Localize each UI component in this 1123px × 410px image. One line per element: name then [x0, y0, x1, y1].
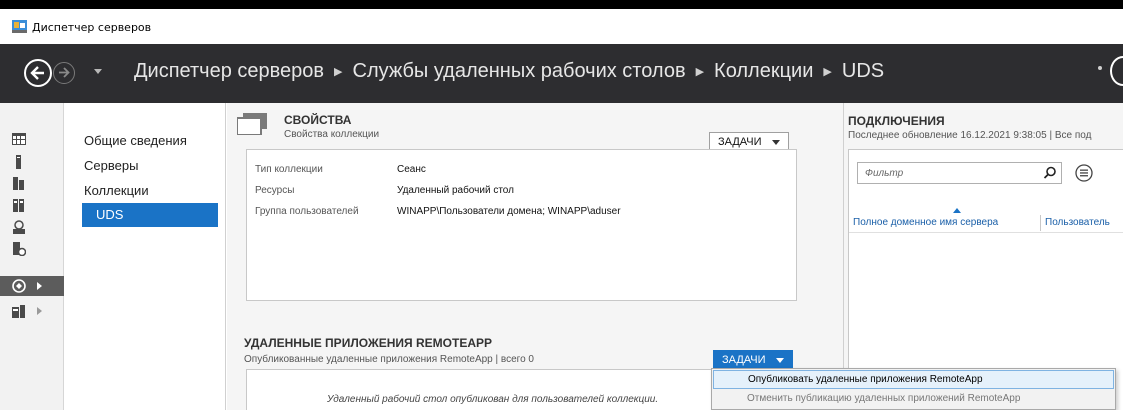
properties-section-icon — [237, 113, 267, 135]
property-value: Удаленный рабочий стол — [397, 185, 514, 196]
local-server-icon — [16, 155, 21, 169]
file-services-icon — [13, 199, 24, 212]
property-key: Группа пользователей — [255, 206, 359, 217]
rail-remote-desktop[interactable] — [0, 239, 64, 259]
nav-dot-icon — [1098, 66, 1102, 70]
back-arrow-icon — [30, 66, 44, 80]
property-row: Группа пользователей WINAPP\Пользователи… — [255, 206, 621, 217]
filter-placeholder: Фильтр — [865, 168, 904, 179]
breadcrumb-separator-icon: ▶ — [334, 66, 343, 78]
sort-ascending-icon — [953, 208, 961, 213]
all-servers-icon — [13, 177, 24, 190]
breadcrumb-server-manager[interactable]: Диспетчер серверов — [134, 60, 324, 83]
rail-server-group[interactable] — [0, 301, 64, 321]
dashboard-icon — [12, 133, 26, 145]
back-button[interactable] — [24, 59, 52, 87]
breadcrumb-separator-icon: ▶ — [823, 66, 832, 78]
breadcrumb-remote-desktop-services[interactable]: Службы удаленных рабочих столов — [353, 60, 686, 83]
column-separator[interactable] — [1040, 215, 1041, 231]
properties-title: СВОЙСТВА — [284, 113, 352, 127]
navigation-header: Диспетчер серверов ▶ Службы удаленных ра… — [0, 44, 1123, 103]
properties-subtitle: Свойства коллекции — [284, 129, 380, 140]
iis-icon — [13, 220, 25, 234]
connections-title: ПОДКЛЮЧЕНИЯ — [848, 114, 945, 128]
window-titlebar: Диспетчер серверов — [0, 9, 1123, 44]
rail-local-server[interactable] — [0, 152, 64, 172]
tasks-label: ЗАДАЧИ — [722, 354, 766, 366]
breadcrumb-collections[interactable]: Коллекции — [714, 60, 813, 83]
expand-arrow-icon — [37, 282, 42, 290]
rail-all-servers[interactable] — [0, 173, 64, 193]
property-value: Сеанс — [397, 164, 426, 175]
search-icon[interactable] — [1043, 166, 1057, 180]
property-row: Ресурсы Удаленный рабочий стол — [255, 185, 514, 196]
top-edge — [0, 0, 1123, 9]
property-key: Ресурсы — [255, 185, 295, 196]
property-value: WINAPP\Пользователи домена; WINAPP\aduse… — [397, 206, 621, 217]
remoteapp-list: Удаленный рабочий стол опубликован для п… — [246, 369, 714, 410]
breadcrumb-uds[interactable]: UDS — [842, 60, 884, 83]
tasks-dropdown-menu: Опубликовать удаленные приложения Remote… — [711, 368, 1116, 410]
rail-file-services[interactable] — [0, 195, 64, 215]
menu-item-unpublish-remoteapp[interactable]: Отменить публикацию удаленных приложений… — [713, 390, 1114, 409]
remote-desktop-icon — [13, 242, 26, 256]
collection-nav: Общие сведения Серверы Коллекции UDS — [64, 103, 226, 410]
header-divider — [849, 232, 1123, 233]
filter-input[interactable]: Фильтр — [857, 162, 1062, 184]
breadcrumb: Диспетчер серверов ▶ Службы удаленных ра… — [134, 60, 884, 83]
remoteapp-empty-message: Удаленный рабочий стол опубликован для п… — [327, 394, 659, 405]
forward-button[interactable] — [53, 62, 75, 84]
remoteapp-subtitle: Опубликованные удаленные приложения Remo… — [244, 354, 534, 365]
refresh-button[interactable] — [1110, 56, 1123, 86]
tasks-label: ЗАДАЧИ — [718, 136, 762, 148]
rail-rds-active[interactable] — [0, 276, 64, 296]
breadcrumb-separator-icon: ▶ — [695, 66, 705, 78]
list-options-icon[interactable] — [1074, 163, 1094, 183]
expand-arrow-icon — [37, 307, 42, 315]
rds-active-icon — [12, 279, 26, 293]
property-row: Тип коллекции Сеанс — [255, 164, 426, 175]
nav-item-overview[interactable]: Общие сведения — [84, 133, 187, 148]
server-manager-icon — [12, 20, 27, 33]
column-header-fqdn[interactable]: Полное доменное имя сервера — [853, 217, 998, 228]
icon-rail — [0, 103, 64, 410]
window-title: Диспетчер серверов — [32, 21, 152, 34]
rail-iis[interactable] — [0, 217, 64, 237]
nav-item-uds[interactable]: UDS — [82, 203, 218, 227]
remoteapp-title: УДАЛЕННЫЕ ПРИЛОЖЕНИЯ REMOTEAPP — [244, 336, 493, 350]
property-key: Тип коллекции — [255, 164, 323, 175]
forward-arrow-icon — [59, 67, 70, 78]
dropdown-arrow-icon — [771, 139, 780, 145]
connections-panel: ПОДКЛЮЧЕНИЯ Последнее обновление 16.12.2… — [844, 103, 1123, 410]
menu-item-publish-remoteapp[interactable]: Опубликовать удаленные приложения Remote… — [713, 370, 1114, 389]
main-content: СВОЙСТВА Свойства коллекции ЗАДАЧИ Тип к… — [227, 103, 843, 410]
properties-panel: Тип коллекции Сеанс Ресурсы Удаленный ра… — [246, 149, 797, 301]
column-header-user[interactable]: Пользователь — [1045, 217, 1110, 228]
nav-item-servers[interactable]: Серверы — [84, 158, 138, 173]
history-dropdown-icon[interactable] — [94, 69, 102, 74]
server-group-icon — [12, 305, 25, 318]
dropdown-arrow-icon — [775, 357, 784, 363]
remoteapp-tasks-button[interactable]: ЗАДАЧИ — [713, 350, 793, 370]
nav-item-collections[interactable]: Коллекции — [84, 183, 149, 198]
rail-dashboard[interactable] — [0, 129, 64, 149]
connections-subtitle: Последнее обновление 16.12.2021 9:38:05 … — [848, 130, 1092, 141]
